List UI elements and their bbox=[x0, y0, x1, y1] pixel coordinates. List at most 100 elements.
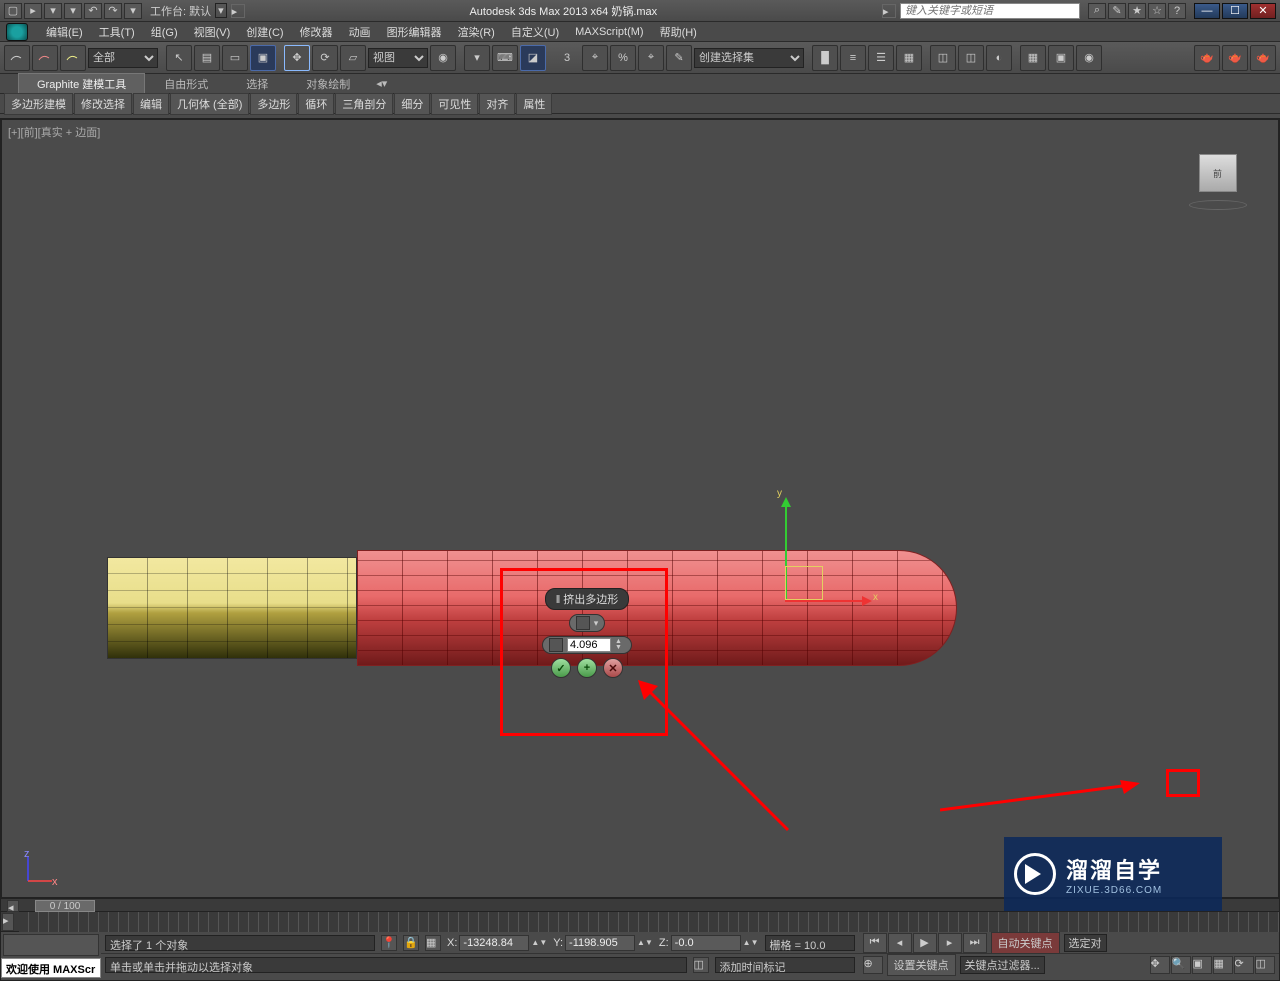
menu-create[interactable]: 创建(C) bbox=[238, 22, 291, 42]
caddy-type-spinner[interactable]: ▾ bbox=[569, 614, 606, 632]
select-manipulate-icon[interactable]: ▾ bbox=[464, 45, 490, 71]
coord-x-input[interactable] bbox=[459, 935, 529, 951]
track-bar[interactable]: ▸ bbox=[1, 912, 1279, 932]
named-selection-set[interactable]: 创建选择集 bbox=[694, 48, 804, 68]
ribbon-panel-align[interactable]: 对齐 bbox=[479, 93, 515, 115]
menu-customize[interactable]: 自定义(U) bbox=[503, 22, 567, 42]
layers-icon[interactable]: ☰ bbox=[868, 45, 894, 71]
caddy-apply-button[interactable]: + bbox=[577, 658, 597, 678]
graphite-icon[interactable]: ▦ bbox=[896, 45, 922, 71]
menu-group[interactable]: 组(G) bbox=[143, 22, 186, 42]
play-icon[interactable]: ▶ bbox=[913, 933, 937, 953]
prev-frame-icon[interactable]: ◂ bbox=[888, 933, 912, 953]
selection-filter[interactable]: 全部 bbox=[88, 48, 158, 68]
absolute-icon[interactable]: ▦ bbox=[425, 935, 441, 951]
use-center-icon[interactable]: ◉ bbox=[430, 45, 456, 71]
ribbon-panel-poly[interactable]: 多边形 bbox=[250, 93, 297, 115]
viewport-label[interactable]: [+][前][真实 + 边面] bbox=[8, 124, 100, 140]
qa-new-icon[interactable]: ▢ bbox=[4, 3, 22, 19]
bind-icon[interactable] bbox=[60, 45, 86, 71]
app-icon[interactable] bbox=[6, 23, 28, 41]
render-act-icon[interactable]: 🫖 bbox=[1250, 45, 1276, 71]
coord-z-input[interactable] bbox=[671, 935, 741, 951]
schematic-icon[interactable]: ◫ bbox=[958, 45, 984, 71]
ribbon-tab-selection[interactable]: 选择 bbox=[227, 73, 287, 95]
render-frame-icon[interactable]: ▣ bbox=[1048, 45, 1074, 71]
angle-snap-icon[interactable]: 3 bbox=[554, 45, 580, 71]
qa-expand-icon[interactable]: ▸ bbox=[231, 4, 245, 18]
rotate-icon[interactable]: ⟳ bbox=[312, 45, 338, 71]
spinner-icon[interactable]: ▲▼ bbox=[743, 938, 759, 947]
time-prev-icon[interactable]: ◂ bbox=[7, 900, 19, 912]
goto-end-icon[interactable]: ⏭ bbox=[963, 933, 987, 953]
coord-y-input[interactable] bbox=[565, 935, 635, 951]
align-icon[interactable]: ≡ bbox=[840, 45, 866, 71]
snap-2d-icon[interactable]: ⌖ bbox=[582, 45, 608, 71]
keyboard-shortcut-icon[interactable]: ⌨ bbox=[492, 45, 518, 71]
autokey-button[interactable]: 自动关键点 bbox=[991, 932, 1060, 954]
ribbon-tab-freeform[interactable]: 自由形式 bbox=[145, 73, 227, 95]
next-frame-icon[interactable]: ▸ bbox=[938, 933, 962, 953]
mini-listener[interactable] bbox=[3, 934, 99, 956]
mirror-icon[interactable]: ▐▌ bbox=[812, 45, 838, 71]
select-name-icon[interactable]: ▤ bbox=[194, 45, 220, 71]
qa-link-icon[interactable]: ▾ bbox=[124, 3, 142, 19]
spinner-snap-icon[interactable]: ⌖ bbox=[638, 45, 664, 71]
unlink-icon[interactable] bbox=[32, 45, 58, 71]
wrench-icon[interactable]: ✎ bbox=[1108, 3, 1126, 19]
add-time-tag[interactable]: 添加时间标记 bbox=[715, 957, 855, 973]
caddy-ok-button[interactable]: ✓ bbox=[551, 658, 571, 678]
nav-fov-icon[interactable]: ▦ bbox=[1213, 956, 1233, 974]
ribbon-panel-geom[interactable]: 几何体 (全部) bbox=[170, 93, 249, 115]
ribbon-panel-subdiv[interactable]: 细分 bbox=[394, 93, 430, 115]
ref-coord-system[interactable]: 视图 bbox=[368, 48, 428, 68]
ribbon-panel-polymodel[interactable]: 多边形建模 bbox=[4, 93, 73, 115]
communication-icon[interactable]: ★ bbox=[1128, 3, 1146, 19]
curve-editor-icon[interactable]: ◫ bbox=[930, 45, 956, 71]
viewcube-face[interactable]: 前 bbox=[1199, 154, 1237, 192]
minimize-button[interactable]: — bbox=[1194, 3, 1220, 19]
key-mode-dd[interactable]: 选定对 bbox=[1064, 934, 1107, 952]
menu-rendering[interactable]: 渲染(R) bbox=[450, 22, 503, 42]
qa-open-icon[interactable]: ▸ bbox=[24, 3, 42, 19]
ribbon-panel-vis[interactable]: 可见性 bbox=[431, 93, 478, 115]
ribbon-tab-graphite[interactable]: Graphite 建模工具 bbox=[18, 73, 145, 94]
viewport[interactable]: [+][前][真实 + 边面] 前 x y ‖ 挤出多边形 ▾ bbox=[1, 119, 1279, 898]
ribbon-panel-loop[interactable]: 循环 bbox=[298, 93, 334, 115]
window-crossing-icon[interactable]: ▣ bbox=[250, 45, 276, 71]
trackbar-toggle-icon[interactable]: ▸ bbox=[2, 913, 14, 931]
scale-icon[interactable]: ▱ bbox=[340, 45, 366, 71]
render-last-icon[interactable]: 🫖 bbox=[1194, 45, 1220, 71]
ribbon-panel-prop[interactable]: 属性 bbox=[516, 93, 552, 115]
isolate-icon[interactable]: 🔒 bbox=[403, 935, 419, 951]
menu-tools[interactable]: 工具(T) bbox=[91, 22, 143, 42]
maxscript-listener[interactable]: 欢迎使用 MAXScr bbox=[1, 958, 101, 978]
workspace-switcher[interactable]: 工作台: 默认 ▾ bbox=[150, 3, 227, 19]
menu-help[interactable]: 帮助(H) bbox=[652, 22, 705, 42]
edit-named-icon[interactable]: ✎ bbox=[666, 45, 692, 71]
caddy-dd-icon[interactable]: ▾ bbox=[594, 618, 599, 629]
key-mode-icon[interactable]: ⊕ bbox=[863, 956, 883, 974]
spinner-arrows-icon[interactable]: ▲▼ bbox=[615, 639, 625, 651]
caddy-height-input[interactable] bbox=[567, 638, 611, 652]
qa-save-icon[interactable]: ▾ bbox=[44, 3, 62, 19]
menu-maxscript[interactable]: MAXScript(M) bbox=[567, 24, 651, 40]
menu-animation[interactable]: 动画 bbox=[341, 22, 379, 42]
move-icon[interactable]: ✥ bbox=[284, 45, 310, 71]
extrude-type-icon[interactable] bbox=[576, 616, 590, 630]
ribbon-tab-objpaint[interactable]: 对象绘制 bbox=[287, 73, 369, 95]
nav-zoom-icon[interactable]: 🔍 bbox=[1171, 956, 1191, 974]
nav-orbit-icon[interactable]: ⟳ bbox=[1234, 956, 1254, 974]
menu-views[interactable]: 视图(V) bbox=[186, 22, 239, 42]
menu-edit[interactable]: 编辑(E) bbox=[38, 22, 91, 42]
favorites-icon[interactable]: ☆ bbox=[1148, 3, 1166, 19]
key-filters-button[interactable]: 关键点过滤器... bbox=[960, 956, 1045, 974]
spinner-icon[interactable]: ▲▼ bbox=[531, 938, 547, 947]
link-icon[interactable] bbox=[4, 45, 30, 71]
search-input[interactable] bbox=[900, 3, 1080, 19]
workspace-dd-icon[interactable]: ▾ bbox=[215, 3, 227, 18]
help-icon[interactable]: ? bbox=[1168, 3, 1186, 19]
nav-zoomext-icon[interactable]: ▣ bbox=[1192, 956, 1212, 974]
ribbon-panel-tri[interactable]: 三角剖分 bbox=[335, 93, 393, 115]
material-editor-icon[interactable]: ◐ bbox=[986, 45, 1012, 71]
